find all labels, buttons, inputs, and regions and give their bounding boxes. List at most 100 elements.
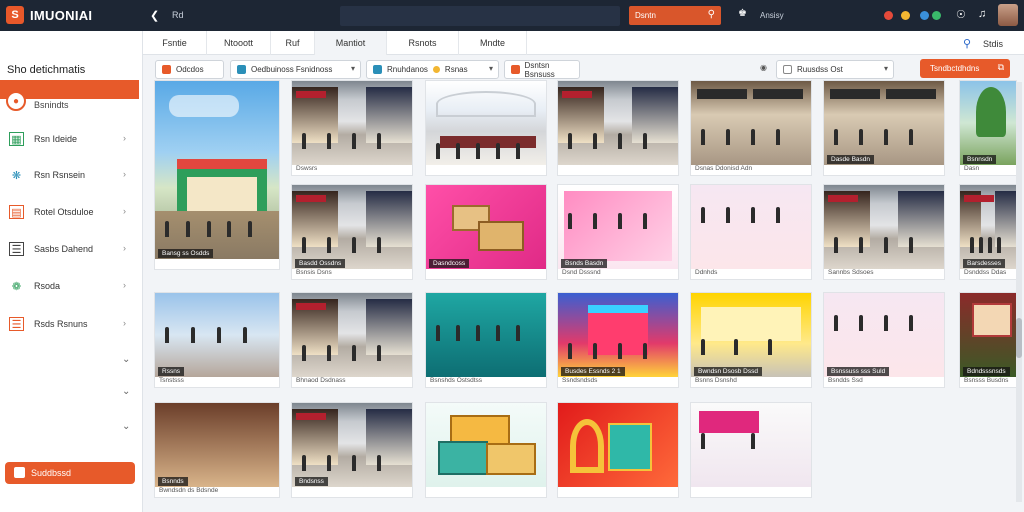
- scrollbar-thumb[interactable]: [1016, 318, 1022, 358]
- tab-3[interactable]: Ruf: [271, 31, 315, 55]
- image-tag: Bsnds Basdn: [561, 259, 608, 268]
- back-icon[interactable]: ❮: [150, 9, 159, 22]
- image-card[interactable]: Bsnshds Ostsdtss: [425, 292, 547, 388]
- image-card[interactable]: Bsnnsdn Dasn: [959, 80, 1017, 176]
- sort-dropdown[interactable]: Ruusdss Ost ▾: [776, 60, 894, 79]
- global-search-input[interactable]: [340, 6, 620, 26]
- image-caption: Bsnns Dsnshd: [695, 377, 737, 384]
- image-card[interactable]: Dswsrs: [291, 80, 413, 176]
- tab-1[interactable]: Fsntie: [143, 31, 207, 55]
- image-caption: Bhnaod Dsdnass: [296, 377, 346, 384]
- thumbnail-image: [558, 403, 678, 487]
- image-card[interactable]: Bsnnds Bwndsdn ds Bdsnde: [154, 402, 280, 498]
- filter-chip-1[interactable]: Odcdos: [155, 60, 224, 79]
- users-icon[interactable]: ♚: [738, 8, 747, 19]
- bookmark-icon: [511, 65, 520, 74]
- primary-action-label: Tsndbctdhdns: [930, 64, 980, 73]
- sidebar-item-4[interactable]: ☰ Sasbs Dahend ›: [0, 238, 140, 260]
- sidebar-item-5[interactable]: ❁ Rsoda ›: [0, 275, 140, 297]
- gift-box-icon: [438, 441, 488, 475]
- image-card[interactable]: [690, 402, 812, 498]
- image-tag: Bwndsn Dsosb Dssd: [694, 367, 762, 376]
- avatar[interactable]: [998, 4, 1018, 26]
- export-icon: ⧉: [997, 62, 1004, 72]
- thumbnail-image: [155, 81, 279, 259]
- person-figure: [327, 237, 331, 253]
- image-card[interactable]: Bwndsn Dsosb Dssd Bsnns Dsnshd: [690, 292, 812, 388]
- filter-dropdown-1[interactable]: Oedbuinoss Fsnidnoss ▾: [230, 60, 361, 79]
- breadcrumb[interactable]: Rd: [172, 10, 184, 20]
- image-card[interactable]: [557, 402, 679, 498]
- search-button[interactable]: Dsntn ⚲: [629, 6, 721, 25]
- sidebar-action-label: Suddbssd: [31, 468, 72, 478]
- chevron-down-icon[interactable]: ⌄: [122, 386, 130, 397]
- chevron-down-icon[interactable]: ⌄: [122, 354, 130, 365]
- person-figure: [516, 325, 520, 341]
- image-card[interactable]: [557, 80, 679, 176]
- sidebar-item-2[interactable]: ❋ Rsn Rsnsein ›: [0, 164, 140, 186]
- search-icon[interactable]: ⚲: [963, 37, 971, 50]
- bell-icon[interactable]: ♫: [978, 8, 986, 20]
- primary-action-button[interactable]: Tsndbctdhdns ⧉: [920, 59, 1010, 78]
- image-card[interactable]: Barsdesses Dsnddss Ddas: [959, 184, 1017, 280]
- notification-yellow-icon[interactable]: [901, 11, 910, 20]
- image-card[interactable]: [425, 402, 547, 498]
- image-card[interactable]: Dasde Basdn: [823, 80, 945, 176]
- chevron-down-icon: ▾: [883, 64, 888, 73]
- filter-dropdown-2[interactable]: Rnuhdanos Rsnas ▾: [366, 60, 499, 79]
- image-card[interactable]: Busdes Essnds 2 1 Ssndsndsds: [557, 292, 679, 388]
- sidebar-item-3[interactable]: ▤ Rotel Otsduloe ›: [0, 201, 140, 223]
- person-figure: [217, 327, 221, 343]
- image-card[interactable]: Bndsnss: [291, 402, 413, 498]
- chevron-down-icon[interactable]: ⌄: [122, 421, 130, 432]
- image-card[interactable]: Rssns Tsnstsss: [154, 292, 280, 388]
- thumbnail-image: [691, 403, 811, 487]
- person-figure: [352, 133, 356, 149]
- tab-6[interactable]: Mndte: [459, 31, 527, 55]
- person-figure: [165, 327, 169, 343]
- image-card[interactable]: Ddnhds: [690, 184, 812, 280]
- person-figure: [776, 129, 780, 145]
- sidebar-heading: Sho detichmatis: [7, 64, 86, 76]
- help-icon[interactable]: ☉: [956, 8, 966, 21]
- sidebar-action-button[interactable]: Suddbssd: [5, 462, 135, 484]
- sidebar-item-6[interactable]: ☰ Rsds Rsnuns ›: [0, 313, 140, 335]
- person-figure: [302, 455, 306, 471]
- image-card[interactable]: Dasndcoss: [425, 184, 547, 280]
- image-card[interactable]: Bdndsssnsds Bsnsss Busdns: [959, 292, 1017, 388]
- settings-icon[interactable]: ◉: [760, 63, 767, 72]
- star-icon: [432, 66, 440, 73]
- store-interior: [701, 307, 801, 341]
- store-sign: [562, 91, 592, 98]
- status-blue-icon[interactable]: [920, 11, 929, 20]
- tab-2[interactable]: Ntooott: [207, 31, 271, 55]
- network-icon: ❋: [11, 169, 22, 182]
- sidebar-item-1[interactable]: ▦ Rsn Ideide ›: [0, 128, 140, 150]
- image-caption: Dsnd Dsssnd: [562, 269, 601, 276]
- image-card[interactable]: Bansg ss Osdds: [154, 80, 280, 270]
- image-card[interactable]: Bsnssuss sss Suld Bsndds Ssd: [823, 292, 945, 388]
- notification-red-icon[interactable]: [884, 11, 893, 20]
- user-menu-label[interactable]: Ansisy: [760, 11, 784, 20]
- status-green-icon[interactable]: [932, 11, 941, 20]
- app-logo-icon[interactable]: S: [6, 6, 24, 24]
- person-figure: [248, 221, 253, 237]
- image-card[interactable]: Bhnaod Dsdnass: [291, 292, 413, 388]
- thumbnail-image: [691, 293, 811, 377]
- thumbnail-image: [426, 81, 546, 165]
- image-card[interactable]: [425, 80, 547, 176]
- tab-4[interactable]: Mantiot: [315, 31, 387, 55]
- person-figure: [979, 237, 983, 253]
- sidebar-item-label: Rsn Rsnsein: [34, 170, 86, 180]
- image-card[interactable]: Sannbs Sdsoes: [823, 184, 945, 280]
- tab-search-label[interactable]: Stdis: [983, 39, 1003, 49]
- image-card[interactable]: Bsnds Basdn Dsnd Dsssnd: [557, 184, 679, 280]
- filter-chip-2[interactable]: Dsntsn Bsnsuss: [504, 60, 580, 79]
- scrollbar-track[interactable]: [1016, 82, 1022, 502]
- image-card[interactable]: Dsnas Ddonisd Adn: [690, 80, 812, 176]
- image-card[interactable]: Basdd Ossdns Bsnsis Dsns: [291, 184, 413, 280]
- person-figure: [884, 129, 888, 145]
- list-icon: ☰: [9, 317, 24, 331]
- person-figure: [970, 237, 974, 253]
- tab-5[interactable]: Rsnots: [387, 31, 459, 55]
